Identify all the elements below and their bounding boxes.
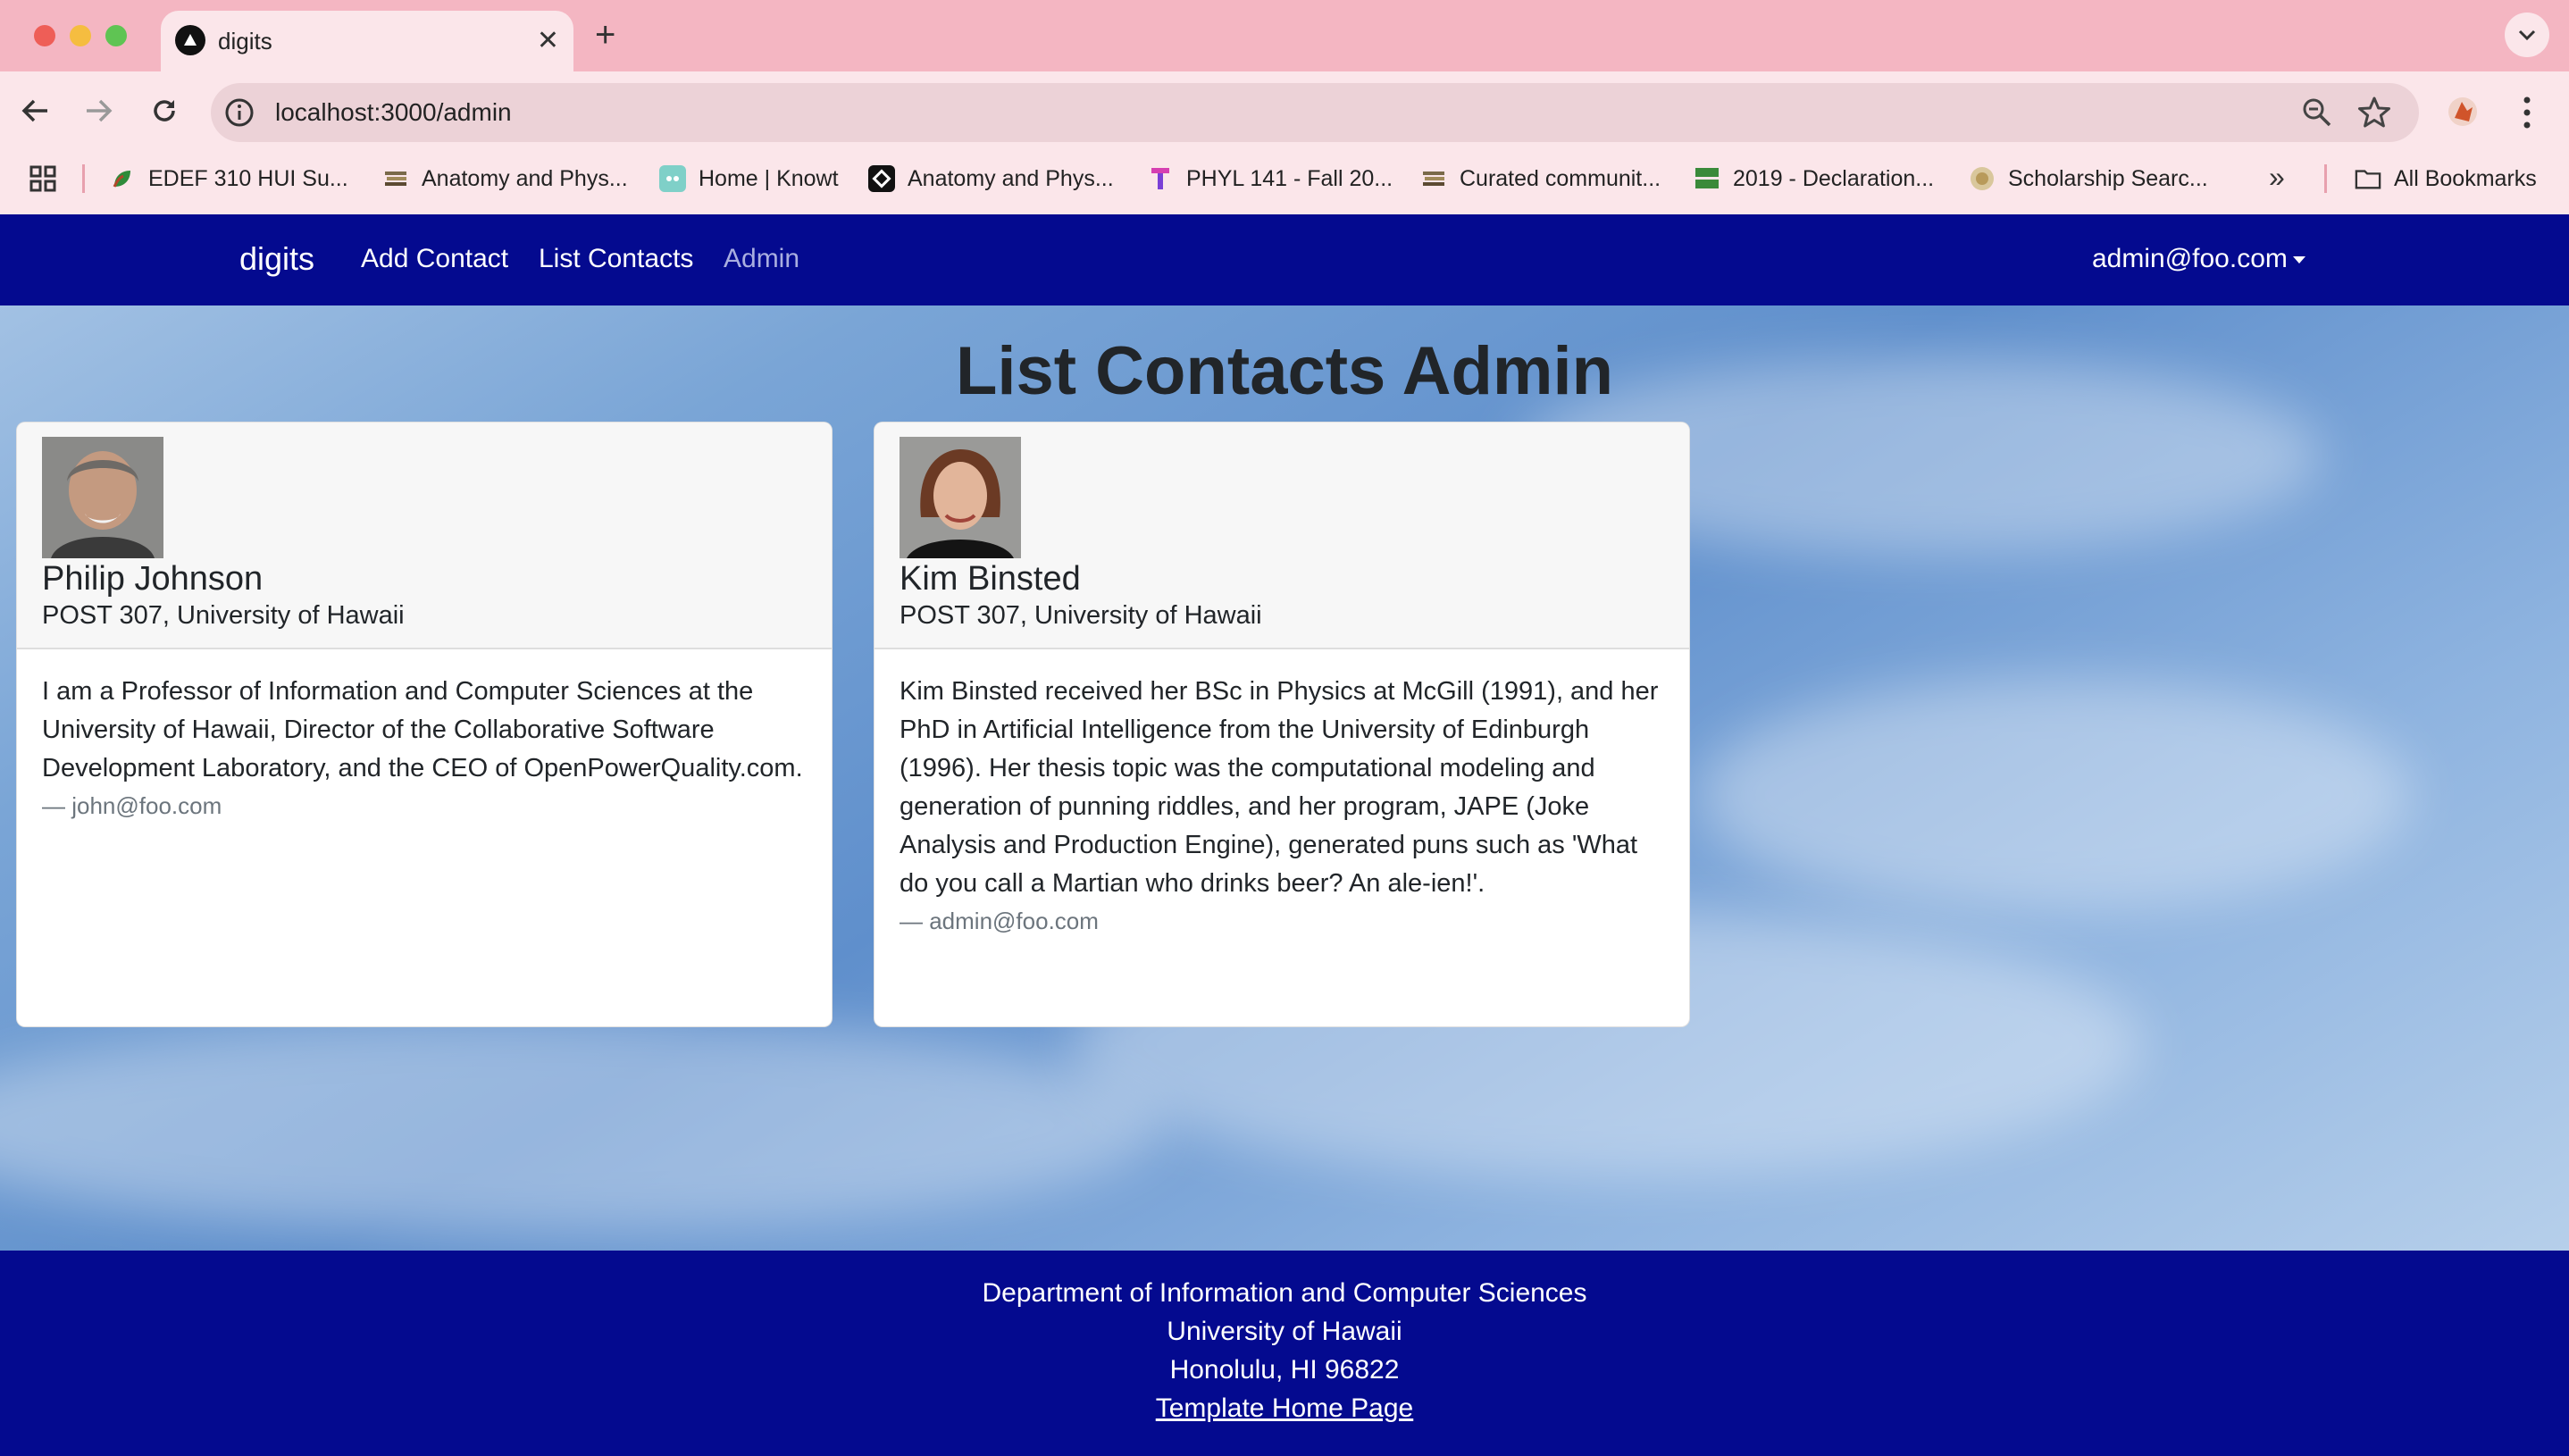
contact-address: POST 307, University of Hawaii (42, 601, 405, 630)
card-header: Kim Binsted POST 307, University of Hawa… (874, 423, 1689, 649)
books-icon (1420, 165, 1447, 192)
avatar (900, 437, 1021, 558)
maximize-window-button[interactable] (105, 25, 127, 46)
browser-tab-active[interactable]: digits ✕ (161, 11, 573, 71)
avatar (42, 437, 163, 558)
bookmark-separator (2324, 164, 2327, 193)
tab-title: digits (218, 28, 272, 54)
leaf-icon (109, 165, 136, 192)
bookmark-star-icon[interactable] (2356, 95, 2392, 130)
contact-card: Philip Johnson POST 307, University of H… (16, 422, 833, 1027)
address-bar[interactable]: localhost:3000/admin (211, 83, 2419, 142)
nav-list-contacts[interactable]: List Contacts (539, 241, 693, 277)
browser-tab-strip: digits ✕ + (0, 0, 2569, 71)
bookmark-item[interactable]: Anatomy and Phys... (868, 159, 1114, 198)
extension-icon[interactable] (2446, 95, 2480, 129)
footer-university: University of Hawaii (1167, 1317, 1402, 1346)
bookmark-label: Anatomy and Phys... (908, 165, 1114, 191)
all-bookmarks-label: All Bookmarks (2394, 165, 2537, 191)
minimize-window-button[interactable] (70, 25, 91, 46)
bookmark-item[interactable]: Scholarship Searc... (1969, 159, 2208, 198)
bookmark-label: 2019 - Declaration... (1733, 165, 1935, 191)
brand-link[interactable]: digits (239, 239, 314, 279)
nav-add-contact[interactable]: Add Contact (361, 241, 508, 277)
contact-card: Kim Binsted POST 307, University of Hawa… (874, 422, 1690, 1027)
user-email: admin@foo.com (2092, 244, 2288, 273)
bookmark-label: Scholarship Searc... (2008, 165, 2208, 191)
bookmark-item[interactable]: EDEF 310 HUI Su... (109, 159, 348, 198)
contact-name: Philip Johnson (42, 560, 264, 598)
more-bookmarks-button[interactable]: » (2269, 161, 2285, 194)
url-text: localhost:3000/admin (275, 98, 512, 126)
bookmark-label: Curated communit... (1460, 165, 1661, 191)
bookmark-item[interactable]: Anatomy and Phys... (382, 159, 628, 198)
arrow-left-icon (21, 99, 47, 122)
apps-grid-icon[interactable] (29, 164, 57, 193)
bookmark-label: Anatomy and Phys... (422, 165, 628, 191)
browser-menu-icon[interactable] (2514, 93, 2540, 132)
nav-admin[interactable]: Admin (724, 241, 799, 277)
template-home-link[interactable]: Template Home Page (1156, 1393, 1414, 1423)
site-info-icon[interactable] (223, 96, 255, 129)
chevron-down-icon (2518, 29, 2536, 41)
reload-icon (154, 100, 175, 121)
footer-address: Honolulu, HI 96822 (1169, 1355, 1400, 1385)
reload-button[interactable] (145, 91, 184, 130)
contact-description: Kim Binsted received her BSc in Physics … (900, 677, 1659, 898)
bookmark-item[interactable]: Home | Knowt (659, 159, 839, 198)
bookmark-item[interactable]: 2019 - Declaration... (1694, 159, 1934, 198)
card-body: Kim Binsted received her BSc in Physics … (900, 673, 1668, 939)
seal-icon (1969, 165, 1996, 192)
all-bookmarks-button[interactable]: All Bookmarks (2355, 159, 2537, 198)
bookmark-item[interactable]: Curated communit... (1420, 159, 1661, 198)
top-navbar: digits Add Contact List Contacts Admin a… (0, 214, 2569, 305)
user-dropdown[interactable]: admin@foo.com (2092, 241, 2305, 277)
footer-department: Department of Information and Computer S… (982, 1278, 1587, 1308)
new-tab-button[interactable]: + (595, 14, 615, 55)
triangle-favicon-icon (175, 25, 205, 55)
card-body: I am a Professor of Information and Comp… (42, 673, 810, 824)
tab-search-button[interactable] (2505, 13, 2549, 57)
close-tab-icon[interactable]: ✕ (537, 23, 559, 59)
knowt-icon (659, 165, 686, 192)
contact-address: POST 307, University of Hawaii (900, 601, 1262, 630)
bookmark-label: PHYL 141 - Fall 20... (1186, 165, 1393, 191)
contact-description: I am a Professor of Information and Comp… (42, 677, 803, 782)
page-footer: Department of Information and Computer S… (0, 1251, 2569, 1456)
sky-cloud (0, 1018, 1161, 1233)
contact-owner: — admin@foo.com (900, 908, 1099, 934)
card-header: Philip Johnson POST 307, University of H… (17, 423, 832, 649)
caret-down-icon (2292, 256, 2305, 264)
zoom-icon[interactable] (2301, 96, 2333, 129)
page-content: digits Add Contact List Contacts Admin a… (0, 214, 2569, 1456)
folder-icon (2355, 165, 2381, 192)
bookmarks-bar: EDEF 310 HUI Su... Anatomy and Phys... H… (0, 154, 2569, 204)
contact-name: Kim Binsted (900, 560, 1081, 598)
bookmark-separator (82, 164, 85, 193)
bookmark-label: EDEF 310 HUI Su... (148, 165, 348, 191)
natsci-icon (1694, 165, 1720, 192)
close-window-button[interactable] (34, 25, 55, 46)
page-title: List Contacts Admin (955, 333, 1614, 409)
books-icon (382, 165, 409, 192)
back-button[interactable] (16, 91, 55, 130)
forward-button[interactable] (79, 91, 118, 130)
bookmark-item[interactable]: PHYL 141 - Fall 20... (1147, 159, 1393, 198)
arrow-right-icon (87, 99, 113, 122)
contact-owner: — john@foo.com (42, 792, 222, 819)
bookmark-label: Home | Knowt (699, 165, 839, 191)
squarespace-icon (868, 165, 895, 192)
sky-cloud (1697, 679, 2412, 911)
t-logo-icon (1147, 165, 1174, 192)
